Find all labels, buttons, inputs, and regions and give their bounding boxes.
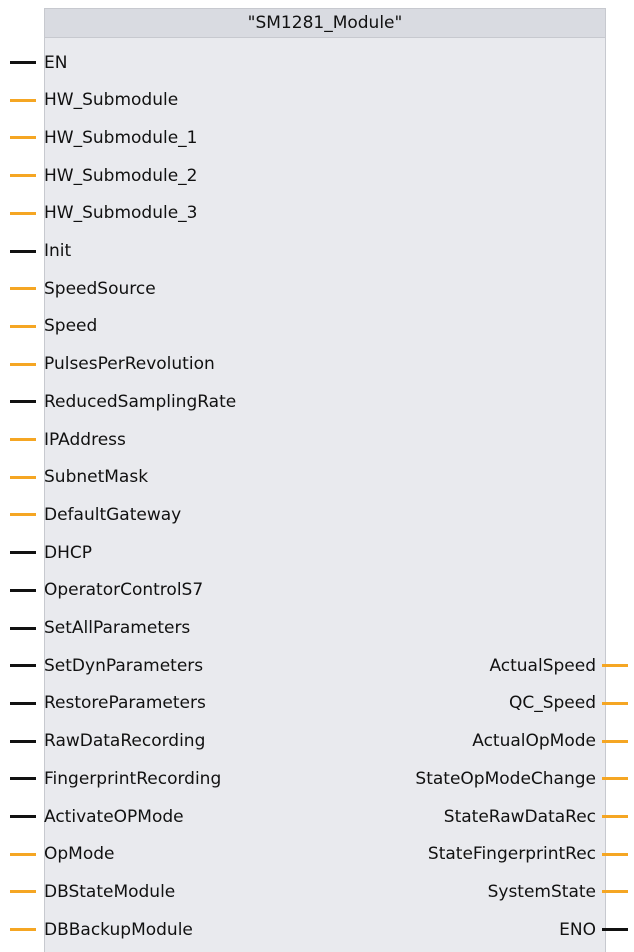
pin-label: DBStateModule: [44, 881, 176, 902]
pin-label: HW_Submodule_3: [44, 203, 198, 224]
pin-connector[interactable]: [10, 890, 36, 894]
function-block-title[interactable]: "SM1281_Module": [44, 8, 606, 38]
pin-connector[interactable]: [10, 174, 36, 178]
input-pin-reduced-sampling-rate[interactable]: ReducedSamplingRate: [10, 383, 236, 420]
pin-label: DefaultGateway: [44, 504, 182, 525]
input-pin-pulses-per-revolution[interactable]: PulsesPerRevolution: [10, 346, 215, 383]
pin-connector[interactable]: [10, 362, 36, 366]
pin-label: StateRawDataRec: [443, 806, 596, 827]
pin-label: OperatorControlS7: [44, 580, 204, 601]
pin-label: RestoreParameters: [44, 693, 206, 714]
pin-label: SetAllParameters: [44, 618, 191, 638]
pin-connector[interactable]: [10, 815, 36, 818]
pin-connector[interactable]: [10, 136, 36, 140]
input-pin-hw-submodule-1[interactable]: HW_Submodule_1: [10, 119, 197, 156]
input-pin-raw-data-recording[interactable]: RawDataRecording: [10, 723, 205, 760]
pin-label: SystemState: [487, 881, 596, 902]
pin-connector[interactable]: [10, 475, 36, 479]
input-pin-en[interactable]: EN: [10, 44, 67, 81]
pin-connector[interactable]: [10, 626, 36, 630]
output-pin-actual-op-mode[interactable]: ActualOpMode: [472, 723, 628, 760]
input-pin-restore-parameters[interactable]: RestoreParameters: [10, 685, 206, 722]
pin-connector[interactable]: [10, 664, 36, 668]
input-pin-subnet-mask[interactable]: SubnetMask: [10, 459, 148, 496]
pin-label: StateFingerprintRec: [427, 844, 596, 865]
input-pin-init[interactable]: Init: [10, 233, 71, 270]
pin-label: Init: [44, 241, 72, 261]
pin-label: QC_Speed: [508, 693, 596, 714]
output-pin-state-fingerprint-rec[interactable]: StateFingerprintRec: [428, 836, 628, 873]
input-pin-default-gateway[interactable]: DefaultGateway: [10, 496, 181, 533]
pin-connector[interactable]: [10, 61, 36, 64]
input-pin-speed-source[interactable]: SpeedSource: [10, 270, 156, 307]
pin-label: SetDynParameters: [44, 655, 204, 676]
pin-connector[interactable]: [602, 852, 628, 856]
pin-label: EN: [44, 52, 68, 73]
pin-connector[interactable]: [10, 211, 36, 215]
pin-label: StateOpModeChange: [415, 768, 596, 789]
pin-connector[interactable]: [10, 400, 36, 404]
pin-connector[interactable]: [10, 588, 36, 592]
output-pin-system-state[interactable]: SystemState: [488, 873, 628, 910]
pin-connector[interactable]: [602, 701, 628, 705]
output-pin-state-op-mode-change[interactable]: StateOpModeChange: [415, 760, 628, 797]
input-pin-hw-submodule[interactable]: HW_Submodule: [10, 82, 178, 119]
pin-connector[interactable]: [602, 777, 628, 781]
input-pin-activate-op-mode[interactable]: ActivateOPMode: [10, 798, 184, 835]
pin-label: PulsesPerRevolution: [44, 354, 215, 375]
output-pin-state-raw-data-rec[interactable]: StateRawDataRec: [444, 798, 628, 835]
pin-connector[interactable]: [10, 551, 36, 555]
output-pin-qc-speed[interactable]: QC_Speed: [509, 685, 628, 722]
input-pin-set-all-parameters[interactable]: SetAllParameters: [10, 610, 190, 647]
output-pin-eno[interactable]: ENO: [559, 911, 628, 948]
pin-label: HW_Submodule: [44, 90, 179, 111]
pin-label: SpeedSource: [44, 278, 156, 299]
input-pin-fingerprint-recording[interactable]: FingerprintRecording: [10, 760, 221, 797]
pin-connector[interactable]: [602, 890, 628, 894]
pin-label: FingerprintRecording: [44, 768, 222, 789]
input-pin-hw-submodule-2[interactable]: HW_Submodule_2: [10, 157, 197, 194]
pin-label: ActivateOPMode: [44, 806, 184, 827]
output-pin-actual-speed[interactable]: ActualSpeed: [489, 647, 628, 684]
pin-connector[interactable]: [10, 701, 36, 705]
pin-label: RawDataRecording: [44, 731, 206, 752]
pin-connector[interactable]: [602, 928, 628, 932]
pin-label: ActualSpeed: [489, 655, 596, 676]
pin-label: DBBackupModule: [44, 919, 193, 940]
pin-connector[interactable]: [10, 98, 36, 102]
pin-connector[interactable]: [10, 287, 36, 291]
input-pin-hw-submodule-3[interactable]: HW_Submodule_3: [10, 195, 197, 232]
input-pin-op-mode[interactable]: OpMode: [10, 836, 115, 873]
pin-connector[interactable]: [10, 438, 36, 441]
input-pin-set-dyn-parameters[interactable]: SetDynParameters: [10, 647, 203, 684]
pin-label: IPAddress: [44, 429, 126, 450]
pin-connector[interactable]: [10, 739, 36, 743]
pin-connector[interactable]: [602, 815, 628, 818]
input-pin-operator-control-s7[interactable]: OperatorControlS7: [10, 572, 203, 609]
pin-connector[interactable]: [10, 852, 36, 856]
pin-label: DHCP: [44, 542, 92, 563]
pin-label: ENO: [559, 919, 596, 940]
pin-label: ReducedSamplingRate: [44, 391, 237, 412]
pin-label: HW_Submodule_1: [44, 127, 198, 148]
input-pin-dhcp[interactable]: DHCP: [10, 534, 92, 571]
pin-label: Speed: [44, 316, 98, 337]
input-pin-db-state-module[interactable]: DBStateModule: [10, 873, 175, 910]
input-pin-ip-address[interactable]: IPAddress: [10, 421, 126, 458]
input-pin-speed[interactable]: Speed: [10, 308, 97, 345]
pin-label: OpMode: [44, 844, 115, 865]
pin-connector[interactable]: [10, 928, 36, 932]
pin-label: ActualOpMode: [472, 731, 596, 752]
input-pin-db-backup-module[interactable]: DBBackupModule: [10, 911, 193, 948]
pin-label: SubnetMask: [44, 467, 149, 488]
pin-label: HW_Submodule_2: [44, 165, 198, 186]
pin-connector[interactable]: [602, 664, 628, 668]
pin-connector[interactable]: [10, 249, 36, 253]
pin-connector[interactable]: [602, 739, 628, 743]
pin-connector[interactable]: [10, 324, 36, 328]
pin-connector[interactable]: [10, 777, 36, 781]
pin-connector[interactable]: [10, 513, 36, 517]
